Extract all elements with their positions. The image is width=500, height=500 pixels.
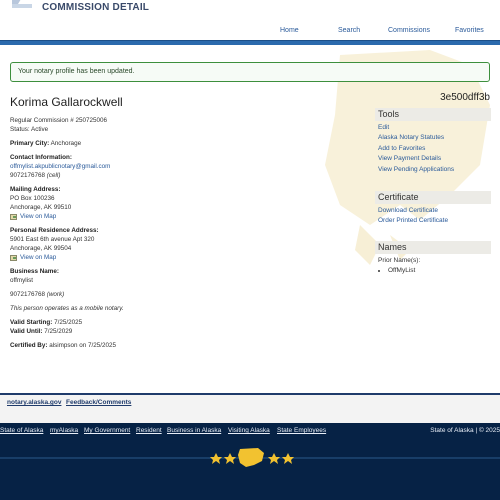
- residence-line2: Anchorage, AK 99504: [10, 245, 72, 252]
- footer-links: notary.alaska.gov Feedback/Comments: [0, 395, 500, 423]
- certificate-panel: Certificate Download Certificate Order P…: [375, 191, 491, 227]
- tool-edit[interactable]: Edit: [378, 124, 389, 131]
- certified-label: Certified By:: [10, 342, 48, 349]
- mailing-label: Mailing Address:: [10, 186, 61, 193]
- business-label: Business Name:: [10, 268, 59, 275]
- valid-starting: 7/25/2025: [54, 319, 83, 326]
- residence-map-link[interactable]: View on Map: [10, 253, 330, 262]
- order-certificate-link[interactable]: Order Printed Certificate: [378, 217, 448, 224]
- seal-logo-icon: [12, 0, 32, 8]
- primary-city: Anchorage: [50, 140, 82, 147]
- state-link-myalaska[interactable]: myAlaska: [50, 427, 78, 434]
- valid-until: 7/25/2029: [44, 328, 73, 335]
- primary-city-label: Primary City:: [10, 140, 50, 147]
- copyright: State of Alaska | © 2025: [430, 427, 500, 434]
- footer-feedback-link[interactable]: Feedback/Comments: [66, 399, 131, 406]
- state-link-resident[interactable]: Resident: [136, 427, 162, 434]
- work-tag: (work): [46, 291, 65, 298]
- tool-pending-applications[interactable]: View Pending Applications: [378, 166, 454, 173]
- map-icon: [10, 254, 17, 261]
- notary-hash: 3e500dff3b: [440, 92, 490, 103]
- certified-by: alsimpson on 7/25/2025: [49, 342, 117, 349]
- success-alert: Your notary profile has been updated.: [10, 62, 490, 82]
- email-link[interactable]: offmylist.akpublicnotary@gmail.com: [10, 163, 110, 170]
- mailing-line1: PO Box 100236: [10, 195, 55, 202]
- tool-add-favorites[interactable]: Add to Favorites: [378, 145, 425, 152]
- prior-name-item: OffMyList: [388, 266, 491, 277]
- map-icon: [10, 213, 17, 220]
- state-link-state-of-alaska[interactable]: State of Alaska: [0, 427, 43, 434]
- commission-number: Regular Commission # 250725006: [10, 117, 107, 124]
- nav-search[interactable]: Search: [338, 27, 360, 34]
- page-title: COMMISSION DETAIL: [42, 2, 150, 13]
- stars-and-map-icon: [0, 448, 500, 467]
- site-header: COMMISSION DETAIL Home Search Commission…: [0, 0, 500, 40]
- certificate-heading: Certificate: [375, 191, 491, 204]
- mailing-view-on-map[interactable]: View on Map: [20, 212, 56, 221]
- download-certificate-link[interactable]: Download Certificate: [378, 207, 438, 214]
- state-link-my-government[interactable]: My Government: [84, 427, 130, 434]
- nav-home[interactable]: Home: [280, 27, 299, 34]
- footer-notary-link[interactable]: notary.alaska.gov: [7, 399, 61, 406]
- names-panel: Names Prior Name(s): OffMyList: [375, 241, 491, 277]
- commission-status: Status: Active: [10, 126, 49, 133]
- valid-starting-label: Valid Starting:: [10, 319, 53, 326]
- tools-heading: Tools: [375, 108, 491, 121]
- names-heading: Names: [375, 241, 491, 254]
- mobile-note: This person operates as a mobile notary.: [10, 305, 124, 312]
- residence-view-on-map[interactable]: View on Map: [20, 253, 56, 262]
- business-name: offmylist: [10, 277, 33, 284]
- tools-panel: Tools Edit Alaska Notary Statutes Add to…: [375, 108, 491, 175]
- valid-until-label: Valid Until:: [10, 328, 43, 335]
- mailing-map-link[interactable]: View on Map: [10, 212, 330, 221]
- cell-tag: (cell): [46, 172, 61, 179]
- mailing-line2: Anchorage, AK 99510: [10, 204, 72, 211]
- main-nav: Home Search Commissions Favorites: [0, 27, 500, 39]
- state-footer: State of Alaska myAlaska My Government R…: [0, 423, 500, 500]
- residence-label: Personal Residence Address:: [10, 227, 99, 234]
- nav-favorites[interactable]: Favorites: [455, 27, 484, 34]
- work-phone: 9072176768: [10, 291, 46, 298]
- prior-names-label: Prior Name(s):: [378, 256, 421, 264]
- notary-name: Korima Gallarockwell: [10, 95, 123, 109]
- main-content: Your notary profile has been updated. Ko…: [0, 45, 500, 394]
- contact-label: Contact Information:: [10, 154, 72, 161]
- notary-details: Regular Commission # 250725006 Status: A…: [10, 116, 330, 354]
- residence-line1: 5901 East 6th avenue Apt 320: [10, 236, 95, 243]
- state-link-visiting[interactable]: Visiting Alaska: [228, 427, 270, 434]
- state-link-employees[interactable]: State Employees: [277, 427, 326, 434]
- tool-statutes[interactable]: Alaska Notary Statutes: [378, 134, 444, 141]
- cell-phone: 9072176768: [10, 172, 46, 179]
- state-link-business[interactable]: Business in Alaska: [167, 427, 221, 434]
- nav-commissions[interactable]: Commissions: [388, 27, 430, 34]
- tool-payment-details[interactable]: View Payment Details: [378, 155, 441, 162]
